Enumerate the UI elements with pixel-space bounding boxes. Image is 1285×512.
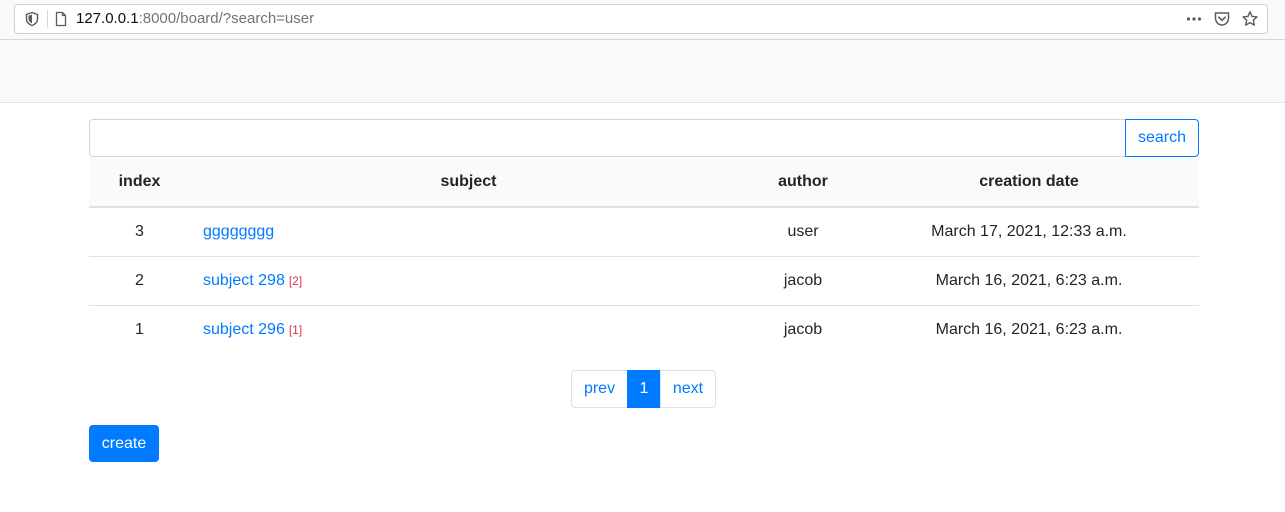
search-button[interactable]: search <box>1125 119 1199 157</box>
header-index: index <box>89 158 190 208</box>
subject-link[interactable]: subject 298 <box>203 272 285 289</box>
url-path: :8000/board/?search=user <box>138 10 315 27</box>
page-icon[interactable] <box>53 11 69 27</box>
address-bar[interactable]: 127.0.0.1:8000/board/?search=user <box>14 4 1268 34</box>
row-author: user <box>747 207 859 257</box>
bookmark-star-icon[interactable] <box>1241 10 1259 28</box>
row-date: March 16, 2021, 6:23 a.m. <box>935 321 1123 338</box>
row-date: March 16, 2021, 6:23 a.m. <box>859 256 1199 306</box>
row-index: 1 <box>135 321 144 338</box>
row-index: 3 <box>89 207 190 257</box>
table-row: 3 gggggggg user March 17, 2021, 12:33 a.… <box>89 207 1199 257</box>
pocket-icon[interactable] <box>1213 10 1231 28</box>
row-subject: subject 296 [1] <box>190 306 747 355</box>
board-table: index subject author creation date 3 ggg… <box>89 158 1199 354</box>
shield-icon[interactable] <box>24 11 40 27</box>
prev-page-link[interactable]: prev <box>571 370 628 408</box>
row-author: jacob <box>747 256 859 306</box>
url-text[interactable]: 127.0.0.1:8000/board/?search=user <box>76 10 314 28</box>
row-subject: subject 298 [2] <box>190 256 747 306</box>
table-header-row: index subject author creation date <box>89 158 1199 208</box>
browser-toolbar: 127.0.0.1:8000/board/?search=user <box>0 0 1285 40</box>
row-date: March 17, 2021, 12:33 a.m. <box>859 207 1199 257</box>
subject-link[interactable]: gggggggg <box>203 223 274 240</box>
current-page[interactable]: 1 <box>627 370 661 408</box>
row-author: jacob <box>783 321 823 338</box>
header-creation-date: creation date <box>859 158 1199 208</box>
pagination: prev 1 next <box>571 370 716 408</box>
header-subject: subject <box>190 158 747 208</box>
next-page-link[interactable]: next <box>660 370 716 408</box>
table-row: 2 subject 298 [2] jacob March 16, 2021, 6… <box>89 256 1199 306</box>
row-index: 2 <box>89 256 190 306</box>
navbar <box>0 40 1285 103</box>
subject-link[interactable]: subject 296 <box>203 321 285 338</box>
urlbar-separator <box>47 10 48 28</box>
reply-count: [2] <box>288 274 303 288</box>
header-author: author <box>747 158 859 208</box>
table-row: 1 subject 296 [1] jacob March 16, 2021, 6… <box>89 306 1199 355</box>
create-button[interactable]: create <box>89 425 159 462</box>
search-input[interactable] <box>89 119 1126 157</box>
more-actions-icon[interactable] <box>1185 10 1203 28</box>
row-subject: gggggggg <box>190 207 747 257</box>
reply-count: [1] <box>288 323 303 337</box>
url-host: 127.0.0.1 <box>76 10 139 27</box>
